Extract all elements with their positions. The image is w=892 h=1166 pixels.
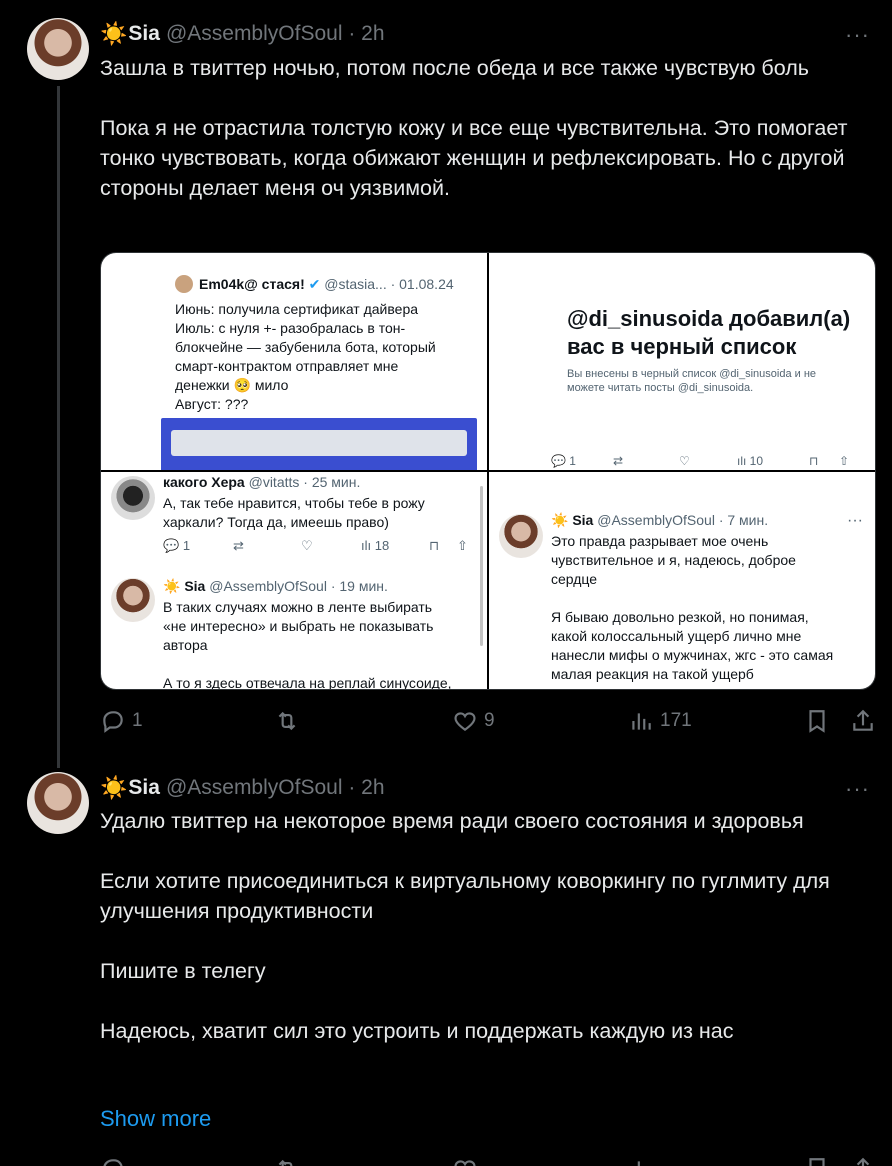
mini-views-icon: ılı 18 [361,538,390,553]
retweet-button[interactable] [274,1156,300,1166]
reply-count: 1 [132,710,143,731]
media-image-1[interactable]: Em04k@ стася! ✔ @stasia... · 01.08.24 Ию… [101,253,487,470]
mini-share-icon: ⇧ [839,454,850,468]
mini-actions: 💬 1 ⇄ ♡ ılı 18 ⊓ ⇧ [163,538,483,554]
blocked-title: @di_sinusoida добавил(а) вас в черный сп… [567,306,851,359]
author-name[interactable]: Sia [128,22,160,46]
mini-text: Июнь: получила сертификат дайвера Июль: … [175,301,436,412]
sun-emoji: ☀️ [100,21,128,46]
embedded-screenshot [161,418,477,470]
mini-text: Это правда разрывает мое очень чувствите… [551,533,834,682]
mini-header: ☀️ Sia @AssemblyOfSoul · 19 мин. [163,578,388,595]
mini-retweet-icon: ⇄ [613,454,624,468]
reply-button[interactable]: 1 [100,708,143,734]
author-name[interactable]: Sia [128,776,160,800]
media-grid[interactable]: Em04k@ стася! ✔ @stasia... · 01.08.24 Ию… [100,252,876,690]
mini-like-icon: ♡ [301,538,313,553]
like-button[interactable] [452,1156,478,1166]
mini-actions: 💬 1 ⇄ ♡ ılı 10 ⊓ ⇧ [551,454,871,468]
tweet-header: ☀️ Sia @AssemblyOfSoul · 2h [100,775,385,801]
author-handle[interactable]: @AssemblyOfSoul · 2h [166,776,385,800]
media-image-3[interactable]: какого Хера @vitatts · 25 мин. А, так те… [101,472,487,690]
retweet-button[interactable] [274,708,306,734]
more-options-icon[interactable]: ··· [845,22,870,48]
sun-emoji: ☀️ [100,775,128,800]
bookmark-button[interactable] [804,708,830,734]
bookmark-button[interactable] [804,1156,830,1166]
sun-emoji: ☀️ [163,578,181,594]
scrollbar [480,486,483,646]
mini-views-icon: ılı 10 [737,454,764,468]
tweet-actions [100,1156,880,1166]
reply-icon [103,1159,123,1166]
blocked-subtitle: Вы внесены в черный список @di_sinusoida… [567,368,817,394]
mini-header: какого Хера @vitatts · 25 мин. [163,474,360,490]
more-options-icon[interactable]: ··· [845,776,870,802]
share-button[interactable] [850,1156,876,1166]
sun-emoji: ☀️ [551,512,569,528]
mini-more-icon: ··· [847,512,863,529]
retweet-icon [278,1159,293,1166]
share-icon [856,1157,870,1166]
mini-share-icon: ⇧ [457,538,468,553]
tweet-header: ☀️ Sia @AssemblyOfSoul · 2h [100,21,385,47]
thread-line [57,86,60,768]
mini-text: В таких случаях можно в ленте выбирать «… [163,599,452,690]
author-handle[interactable]: @AssemblyOfSoul · 2h [166,22,385,46]
mini-avatar [111,476,155,520]
mini-handle: @stasia... · 01.08.24 [324,276,454,292]
mini-header: ☀️ Sia @AssemblyOfSoul · 7 мин. [551,512,768,529]
tweet-actions: 1 9 171 [100,708,880,736]
heart-icon [454,712,476,731]
mini-author: какого Хера [163,474,245,490]
mini-header: Em04k@ стася! ✔ @stasia... · 01.08.24 [199,276,454,293]
tweet-text: Удалю твиттер на некоторое время ради св… [100,809,830,1043]
views-button[interactable] [628,1156,654,1166]
verified-icon: ✔ [308,276,321,292]
mini-reply-icon: 💬 1 [163,538,191,553]
mini-avatar [111,578,155,622]
mini-handle: @AssemblyOfSoul · 7 мин. [597,512,769,528]
mini-retweet-icon: ⇄ [233,538,244,553]
mini-avatar [175,275,193,293]
bookmark-icon [809,1158,825,1166]
mini-avatar [499,514,543,558]
retweet-icon [278,711,296,731]
reply-icon [103,711,123,733]
mini-author: Em04k@ стася! [199,276,305,292]
views-button[interactable]: 171 [628,708,692,734]
like-count: 9 [484,710,495,731]
mini-bookmark-icon: ⊓ [809,454,819,468]
bookmark-icon [809,710,825,733]
mini-handle: @vitatts · 25 мин. [248,474,361,490]
mini-author: Sia [572,512,594,528]
share-button[interactable] [850,708,876,734]
like-button[interactable]: 9 [452,708,495,734]
tweet-text: Зашла в твиттер ночью, потом после обеда… [100,56,848,200]
analytics-icon [632,713,651,730]
analytics-icon [637,1161,640,1166]
avatar[interactable] [27,772,89,834]
views-count: 171 [660,710,692,731]
mini-reply-icon: 💬 1 [551,454,576,468]
mini-like-icon: ♡ [679,454,690,468]
mini-text: А, так тебе нравится, чтобы тебе в рожу … [163,495,425,530]
media-image-4[interactable]: ☀️ Sia @AssemblyOfSoul · 7 мин. Это прав… [489,472,875,689]
heart-icon [454,1160,476,1166]
share-icon [853,709,873,731]
media-image-2[interactable]: @di_sinusoida добавил(а) вас в черный сп… [489,253,875,470]
show-more-link[interactable]: Show more [100,1106,211,1132]
mini-bookmark-icon: ⊓ [429,538,440,553]
avatar[interactable] [27,18,89,80]
reply-button[interactable] [100,1156,126,1166]
mini-author: Sia [184,578,206,594]
mini-handle: @AssemblyOfSoul · 19 мин. [209,578,388,594]
